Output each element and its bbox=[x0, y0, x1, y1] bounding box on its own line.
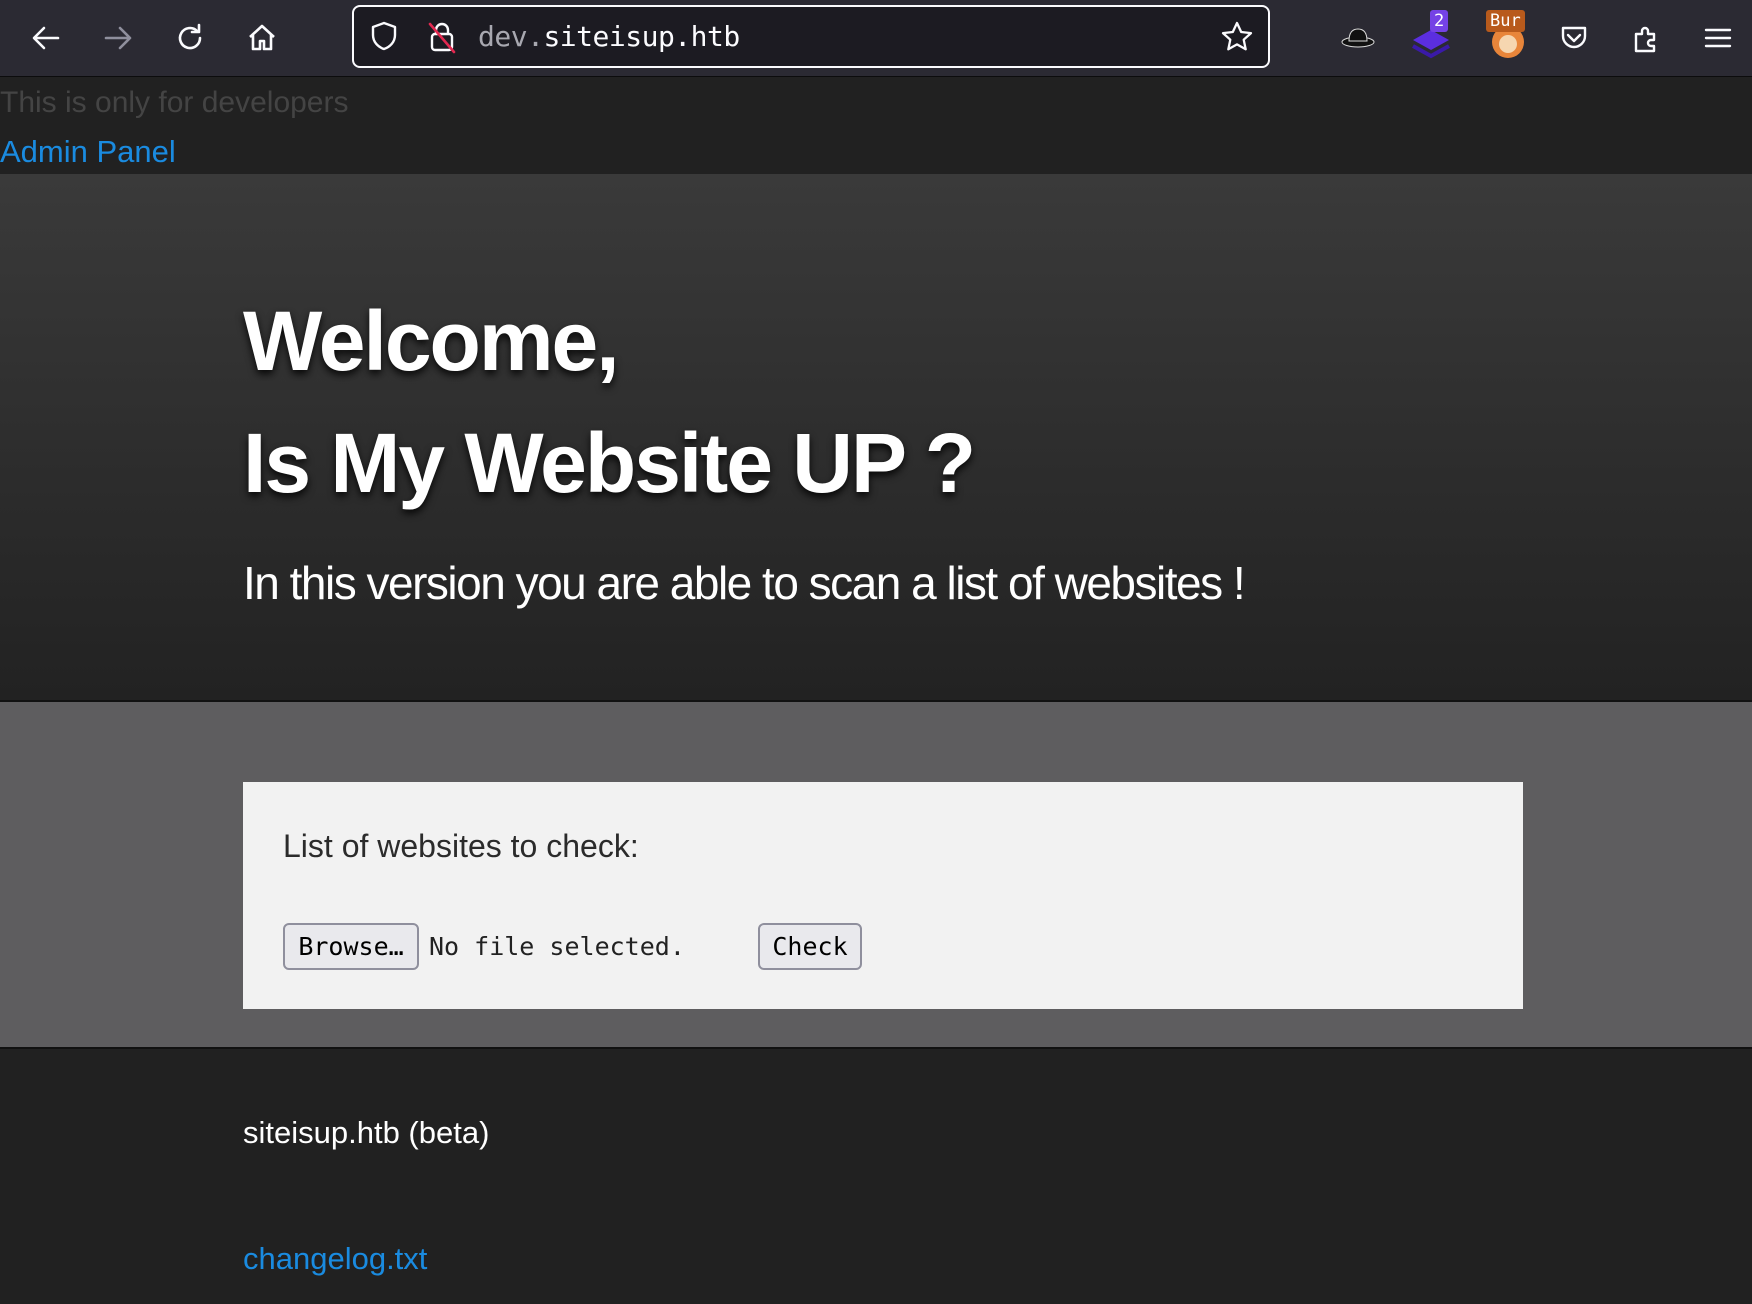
burp-extension-icon[interactable]: Bur bbox=[1484, 10, 1536, 60]
site-title-heading: Is My Website UP ? bbox=[243, 416, 976, 510]
home-button[interactable] bbox=[238, 14, 286, 62]
arrow-right-icon bbox=[104, 26, 132, 50]
extensions-icon[interactable] bbox=[1630, 22, 1662, 59]
url-bar[interactable]: dev.siteisup.htb bbox=[352, 5, 1270, 68]
developer-note: This is only for developers bbox=[0, 86, 349, 119]
shield-icon[interactable] bbox=[368, 20, 400, 57]
extension-badge: Bur bbox=[1486, 10, 1525, 32]
changelog-link[interactable]: changelog.txt bbox=[243, 1241, 427, 1277]
reload-button[interactable] bbox=[166, 14, 214, 62]
hero-section: Welcome, Is My Website UP ? In this vers… bbox=[0, 174, 1752, 700]
pocket-icon[interactable] bbox=[1558, 22, 1590, 59]
hero-subtitle: In this version you are able to scan a l… bbox=[243, 557, 1246, 609]
back-button[interactable] bbox=[22, 14, 70, 62]
arrow-left-icon bbox=[32, 26, 60, 50]
file-input-label: List of websites to check: bbox=[283, 828, 639, 864]
footer-brand: siteisup.htb (beta) bbox=[243, 1115, 490, 1150]
welcome-heading: Welcome, bbox=[243, 294, 620, 388]
layers-extension-icon[interactable]: 2 bbox=[1410, 10, 1460, 59]
browser-toolbar: dev.siteisup.htb 2 Bur bbox=[0, 0, 1752, 77]
file-status-text: No file selected. bbox=[429, 932, 685, 961]
bookmark-star-icon[interactable] bbox=[1220, 20, 1254, 59]
hat-extension-icon[interactable] bbox=[1340, 22, 1376, 59]
url-text[interactable]: dev.siteisup.htb bbox=[478, 7, 740, 66]
menu-icon[interactable] bbox=[1702, 22, 1734, 59]
admin-panel-link[interactable]: Admin Panel bbox=[0, 134, 176, 170]
upload-form-section: List of websites to check: Browse… No fi… bbox=[0, 700, 1752, 1049]
check-button[interactable]: Check bbox=[758, 923, 862, 970]
upload-form: List of websites to check: Browse… No fi… bbox=[243, 782, 1523, 1009]
browse-file-button[interactable]: Browse… bbox=[283, 923, 419, 970]
forward-button[interactable] bbox=[94, 14, 142, 62]
reload-icon bbox=[178, 23, 202, 50]
home-icon bbox=[249, 24, 275, 51]
extension-badge: 2 bbox=[1430, 10, 1449, 32]
insecure-lock-icon[interactable] bbox=[426, 20, 458, 59]
